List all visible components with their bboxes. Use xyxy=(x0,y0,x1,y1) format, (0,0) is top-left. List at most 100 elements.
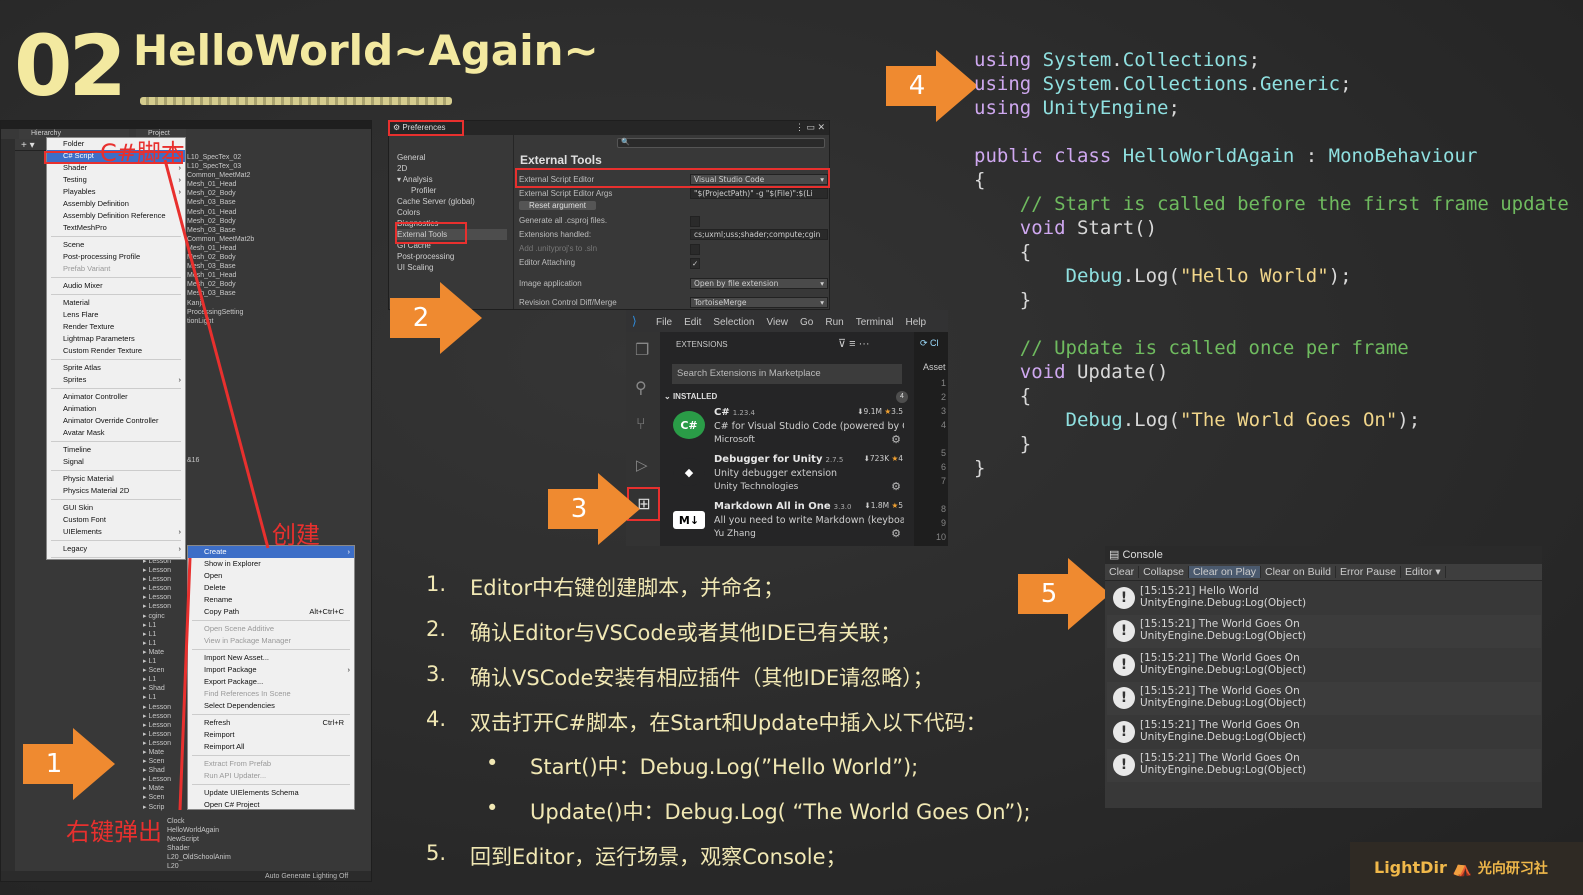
bullet-text: Start()中：Debug.Log(”Hello World”); xyxy=(530,755,919,779)
extensions-panel-title: EXTENSIONS xyxy=(676,340,728,349)
console-toolbar: Clear Collapse Clear on Play Clear on Build… xyxy=(1105,564,1542,581)
badge-number: 1 xyxy=(45,749,63,779)
menu-item[interactable]: Run xyxy=(825,317,843,328)
preference-label: Image application xyxy=(519,279,582,288)
extension-name: C# 1.23.4 xyxy=(714,407,755,418)
menu-item[interactable]: Terminal xyxy=(856,317,894,328)
star-icon: ★ xyxy=(889,454,899,463)
preferences-nav-item[interactable]: 2D xyxy=(397,163,507,174)
console-log-stack: UnityEngine.Debug:Log(Object) xyxy=(1140,764,1307,776)
editor-tab[interactable]: ⟳ Cl xyxy=(920,338,939,349)
extension-item[interactable]: M↓ Markdown All in One 3.3.0 ⬇1.8M ★5 All yo… xyxy=(663,499,907,545)
console-log-text: [15:15:21] The World Goes On UnityEngine.… xyxy=(1140,652,1306,676)
bullet-text: Update()中：Debug.Log( “The World Goes On”… xyxy=(530,800,1031,824)
console-title: Console xyxy=(1122,549,1163,561)
extension-downloads: 9.1M xyxy=(863,407,882,416)
console-toolbar-button[interactable]: Clear on Play xyxy=(1188,566,1261,578)
code-keyword: using xyxy=(974,49,1032,71)
source-control-icon[interactable]: ⑂ xyxy=(636,416,646,434)
extension-publisher: Microsoft xyxy=(714,435,755,445)
preference-checkbox[interactable] xyxy=(690,244,700,255)
step-text: 确认VSCode安装有相应插件（其他IDE请忽略）； xyxy=(470,666,934,690)
code-method: Log xyxy=(1134,265,1169,287)
preference-dropdown[interactable]: TortoiseMerge ▾ xyxy=(690,297,828,308)
info-icon: ! xyxy=(1113,720,1135,743)
extension-item[interactable]: ◆ Debugger for Unity 2.7.5 ⬇723K ★4 Unity de… xyxy=(663,452,907,498)
step-badge-3: 3 xyxy=(548,473,640,545)
menu-item[interactable]: View xyxy=(767,317,789,328)
preferences-nav-item[interactable]: Profiler xyxy=(397,185,507,196)
console-toolbar-button[interactable]: Editor ▾ xyxy=(1400,566,1446,578)
code-line: } xyxy=(974,457,986,479)
preferences-nav-item[interactable]: ▾ Analysis xyxy=(397,174,507,185)
console-log-entry[interactable]: ! [15:15:21] The World Goes On UnityEngine… xyxy=(1107,749,1541,782)
code-keyword: public xyxy=(974,145,1043,167)
extension-stats: ⬇723K ★4 xyxy=(864,454,903,463)
brand-en: LightDir xyxy=(1374,858,1447,877)
console-log-text: [15:15:21] The World Goes On UnityEngine.… xyxy=(1140,719,1306,743)
preference-label: Add .unityproj's to .sln xyxy=(519,244,598,253)
preferences-nav-item[interactable]: Post-processing xyxy=(397,251,507,262)
preferences-nav: General 2D ▾ Analysis Profiler Cache Server … xyxy=(397,152,507,273)
console-log-entry[interactable]: ! [15:15:21] The World Goes On UnityEngine… xyxy=(1107,648,1541,682)
step-number: 4. xyxy=(426,707,447,731)
console-toolbar-button[interactable]: Clear on Build xyxy=(1260,566,1336,578)
explorer-icon[interactable]: ❐ xyxy=(635,340,649,360)
code-type: Debug xyxy=(1065,409,1123,431)
gear-icon[interactable]: ⚙ xyxy=(891,527,901,540)
console-log-entry[interactable]: ! [15:15:21] Hello World UnityEngine.Debug… xyxy=(1107,582,1541,615)
step-text: 双击打开C#脚本，在Start和Update中插入以下代码： xyxy=(470,711,987,735)
code-method: Log xyxy=(1134,409,1169,431)
editor-tab-label: Cl xyxy=(930,338,939,348)
bullet-dot: • xyxy=(486,751,499,775)
preferences-nav-item[interactable]: UI Scaling xyxy=(397,262,507,273)
extension-stats: ⬇1.8M ★5 xyxy=(864,501,903,510)
reset-argument-button[interactable]: Reset argument xyxy=(519,201,596,210)
extension-version: 3.3.0 xyxy=(833,503,852,511)
console-toolbar-button[interactable]: Error Pause xyxy=(1335,566,1401,578)
preference-checkbox[interactable] xyxy=(690,216,700,227)
preference-checkbox[interactable]: ✓ xyxy=(690,258,700,269)
menu-item[interactable]: Selection xyxy=(713,317,754,328)
preference-dropdown[interactable]: Open by file extension ▾ xyxy=(690,278,828,289)
line-number: 7 xyxy=(940,476,946,486)
search-icon[interactable]: ⚲ xyxy=(635,378,647,398)
menu-item[interactable]: Go xyxy=(800,317,813,328)
preference-label: External Script Editor Args xyxy=(519,189,613,198)
console-log-entry[interactable]: ! [15:15:21] The World Goes On UnityEngine… xyxy=(1107,715,1541,749)
console-log-entry[interactable]: ! [15:15:21] The World Goes On UnityEngine… xyxy=(1107,682,1541,716)
code-type: System xyxy=(1042,73,1112,95)
preference-label: Generate all .csproj files. xyxy=(519,216,608,225)
external-tools-highlight xyxy=(395,222,467,244)
code-line: { xyxy=(974,169,986,191)
extensions-search-input[interactable]: Search Extensions in Marketplace xyxy=(672,364,902,384)
extension-rating: 4 xyxy=(898,454,903,463)
window-controls[interactable]: ⋮ ▭ ✕ xyxy=(795,122,825,133)
menu-item[interactable]: Edit xyxy=(684,317,701,328)
preferences-nav-item[interactable]: Cache Server (global) xyxy=(397,196,507,207)
console-log-entry[interactable]: ! [15:15:21] The World Goes On UnityEngine… xyxy=(1107,615,1541,649)
gear-icon[interactable]: ⚙ xyxy=(891,480,901,493)
panel-actions[interactable]: ⊽ ≡ ··· xyxy=(838,337,870,350)
console-log-stack: UnityEngine.Debug:Log(Object) xyxy=(1140,630,1307,643)
console-tab[interactable]: ▤ Console xyxy=(1109,548,1163,561)
code-comment: // Start is called before the first fram… xyxy=(1019,193,1569,215)
preferences-search[interactable]: 🔍 xyxy=(617,138,825,148)
step-text: 确认Editor与VSCode或者其他IDE已有关联； xyxy=(470,621,902,645)
run-debug-icon[interactable]: ▷ xyxy=(636,456,648,474)
code-line: } xyxy=(974,433,1032,455)
preferences-nav-item[interactable]: Colors xyxy=(397,207,507,218)
preference-field[interactable]: "$(ProjectPath)" -g "$(File)":$(Li xyxy=(690,188,828,199)
gear-icon[interactable]: ⚙ xyxy=(891,433,901,446)
code-line: { xyxy=(974,241,1032,263)
console-toolbar-button[interactable]: Collapse xyxy=(1139,566,1189,578)
menu-item[interactable]: File xyxy=(656,317,672,328)
code-line: Debug.Log("The World Goes On"); xyxy=(1065,409,1421,431)
extension-item[interactable]: C# C# 1.23.4 ⬇9.1M ★3.5 C# for Visual Studio… xyxy=(663,405,907,451)
preference-field[interactable]: cs;uxml;uss;shader;compute;cgin xyxy=(690,229,828,240)
preferences-nav-item[interactable]: General xyxy=(397,152,507,163)
menu-item[interactable]: Help xyxy=(906,317,927,328)
extension-rating: 5 xyxy=(898,501,903,510)
console-toolbar-button[interactable]: Clear xyxy=(1105,566,1140,578)
